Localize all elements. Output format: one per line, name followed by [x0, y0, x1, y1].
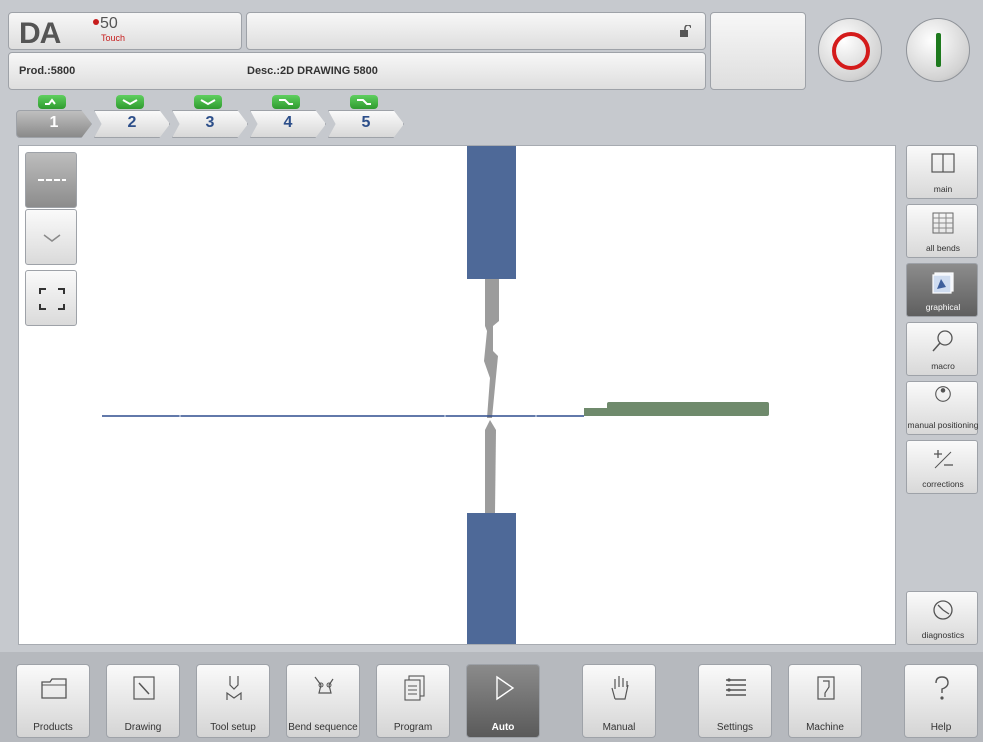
- footer-label: Machine: [806, 722, 844, 733]
- step-5[interactable]: 5: [328, 94, 404, 140]
- chevron-down-icon: [43, 234, 61, 242]
- graphical-button[interactable]: graphical: [906, 263, 978, 317]
- stop-icon: [832, 32, 870, 70]
- products-button[interactable]: Products: [16, 664, 90, 738]
- step-number: 1: [49, 114, 59, 131]
- desc-label: Desc.:2D DRAWING 5800: [247, 65, 378, 77]
- main-button[interactable]: main: [906, 145, 978, 199]
- footer-label: Products: [33, 722, 73, 733]
- bend-up-icon: [38, 95, 66, 109]
- bend-step-bar: 1 2 3 4 5: [16, 94, 416, 140]
- bottom-navigation: Products Drawing Tool setup Bend sequenc…: [0, 652, 983, 742]
- step-number: 4: [283, 114, 293, 131]
- profile-view-button[interactable]: [25, 152, 77, 208]
- bend-graphic: [102, 146, 769, 644]
- logo-model: 50: [100, 15, 118, 32]
- step-3[interactable]: 3: [172, 94, 248, 140]
- footer-label: Tool setup: [210, 722, 256, 733]
- bend-sequence-icon: [314, 676, 334, 694]
- list-icon: [726, 678, 746, 696]
- footer-label: Manual: [602, 722, 636, 733]
- rail-label: all bends: [925, 243, 961, 253]
- prod-label: Prod.:5800: [19, 65, 76, 77]
- die-tool: [485, 420, 496, 513]
- start-button[interactable]: [906, 18, 970, 82]
- rail-label: diagnostics: [921, 630, 965, 640]
- right-menu: main all bends graphical macro manual po…: [904, 145, 980, 645]
- rail-label: corrections: [922, 479, 964, 489]
- play-icon: [496, 675, 515, 701]
- step-4[interactable]: 4: [250, 94, 326, 140]
- main-icon: [931, 153, 955, 173]
- rail-label: manual positioning: [907, 420, 979, 430]
- logo-dot: [93, 19, 99, 25]
- fit-view-button[interactable]: [25, 270, 77, 326]
- question-icon: [935, 676, 949, 700]
- step-number: 5: [361, 114, 371, 131]
- start-icon: [936, 33, 941, 67]
- upper-beam: [467, 146, 516, 279]
- footer-label: Settings: [716, 722, 754, 733]
- pages-icon: [404, 675, 425, 701]
- rail-label: graphical: [925, 302, 961, 312]
- table-icon: [932, 212, 954, 234]
- rail-label: macro: [931, 361, 955, 371]
- auto-button[interactable]: Auto: [466, 664, 540, 738]
- program-button[interactable]: Program: [376, 664, 450, 738]
- status-box: [710, 12, 806, 90]
- manual-positioning-button[interactable]: manual positioning: [906, 381, 978, 435]
- folder-icon: [41, 678, 67, 699]
- side-view-button[interactable]: [25, 209, 77, 265]
- gauge-icon: [933, 600, 953, 620]
- all-bends-button[interactable]: all bends: [906, 204, 978, 258]
- logo-sub: Touch: [101, 33, 126, 43]
- pencil-icon: [133, 676, 155, 700]
- dashes-icon: [38, 179, 66, 181]
- hand-icon: [611, 676, 629, 700]
- bend-down-icon: [116, 95, 144, 109]
- graphical-icon: [932, 272, 954, 294]
- footer-label: Auto: [491, 722, 515, 733]
- lower-beam: [467, 513, 516, 644]
- stop-button[interactable]: [818, 18, 882, 82]
- logo-panel: DA 50 Touch: [8, 12, 242, 50]
- graphical-canvas[interactable]: [18, 145, 896, 645]
- tool-icon: [226, 676, 242, 700]
- positioning-icon: [935, 386, 951, 402]
- magnifier-icon: [932, 330, 953, 352]
- step-2[interactable]: 2: [94, 94, 170, 140]
- step-1[interactable]: 1: [16, 94, 92, 140]
- corrections-button[interactable]: corrections: [906, 440, 978, 494]
- machine-button[interactable]: Machine: [788, 664, 862, 738]
- tool-setup-button[interactable]: Tool setup: [196, 664, 270, 738]
- frame-icon: [39, 288, 65, 310]
- footer-label: Help: [930, 722, 952, 733]
- logo-text: DA: [19, 17, 61, 50]
- backgauge-sheet: [607, 402, 769, 416]
- bend-down-icon: [194, 95, 222, 109]
- manual-button[interactable]: Manual: [582, 664, 656, 738]
- footer-label: Program: [393, 722, 433, 733]
- machine-icon: [817, 676, 835, 700]
- settings-button[interactable]: Settings: [698, 664, 772, 738]
- footer-label: Bend sequence: [288, 722, 358, 733]
- diagnostics-button[interactable]: diagnostics: [906, 591, 978, 645]
- product-info-bar: Prod.:5800 Desc.:2D DRAWING 5800: [8, 52, 706, 90]
- help-button[interactable]: Help: [904, 664, 978, 738]
- message-bar: [246, 12, 706, 50]
- lock-icon[interactable]: [679, 25, 691, 37]
- plus-minus-icon: [934, 450, 953, 469]
- footer-label: Drawing: [124, 722, 162, 733]
- bend-flat-down-icon: [350, 95, 378, 109]
- punch-tool: [484, 279, 499, 418]
- drawing-button[interactable]: Drawing: [106, 664, 180, 738]
- step-number: 3: [205, 114, 215, 131]
- rail-label: main: [933, 184, 953, 194]
- step-number: 2: [127, 114, 137, 131]
- bend-flat-down-icon: [272, 95, 300, 109]
- macro-button[interactable]: macro: [906, 322, 978, 376]
- bend-sequence-button[interactable]: Bend sequence: [286, 664, 360, 738]
